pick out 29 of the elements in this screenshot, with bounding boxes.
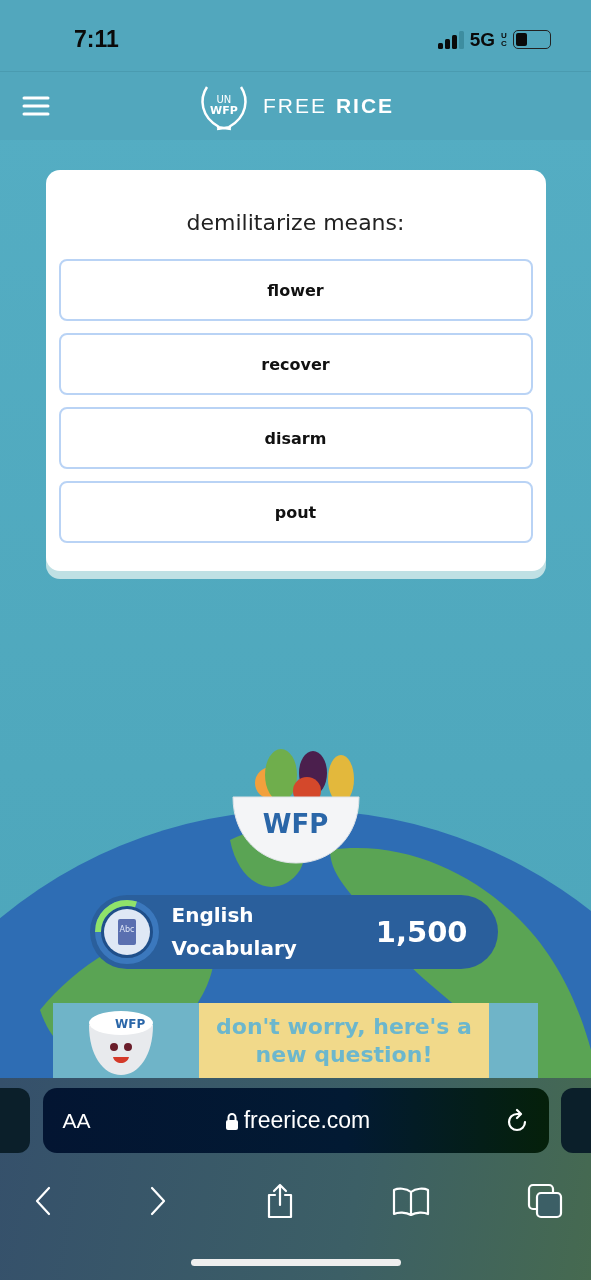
battery-icon (513, 30, 551, 49)
answer-option[interactable]: flower (58, 259, 533, 321)
question-prompt: demilitarize means: (185, 210, 406, 235)
menu-button[interactable] (22, 96, 50, 116)
banner-message: don't worry, here's a new question! (199, 1003, 489, 1078)
address-bar[interactable]: AA freerice.com (42, 1088, 549, 1153)
bowl-label: WFP (261, 809, 330, 839)
status-time: 7:11 (74, 26, 119, 53)
lock-icon (224, 1111, 239, 1130)
category-name: English Vocabulary (171, 902, 298, 962)
answer-option[interactable]: disarm (58, 407, 533, 469)
url-text: freerice.com (243, 1107, 371, 1134)
tabs-button[interactable] (527, 1183, 563, 1219)
text-size-button[interactable]: AA (62, 1108, 91, 1133)
mascot-label: WFP (115, 1017, 146, 1031)
brand-name: RICE (335, 94, 395, 118)
book-label: Abc (119, 925, 135, 934)
progress-ring (93, 899, 160, 965)
network-label: 5G (469, 28, 495, 51)
answer-option[interactable]: recover (58, 333, 533, 395)
signal-icon (437, 30, 464, 49)
network-suffix: UC (501, 31, 507, 48)
rice-count: 1,500 (375, 915, 468, 949)
tab-preview[interactable] (561, 1088, 591, 1153)
ad-banner[interactable]: WFP don't worry, here's a new question! (53, 1003, 538, 1078)
logo-text: WFP (210, 105, 238, 117)
brand-name: FREE (262, 94, 327, 118)
answer-option[interactable]: pout (58, 481, 533, 543)
logo-text: UN (216, 95, 232, 105)
